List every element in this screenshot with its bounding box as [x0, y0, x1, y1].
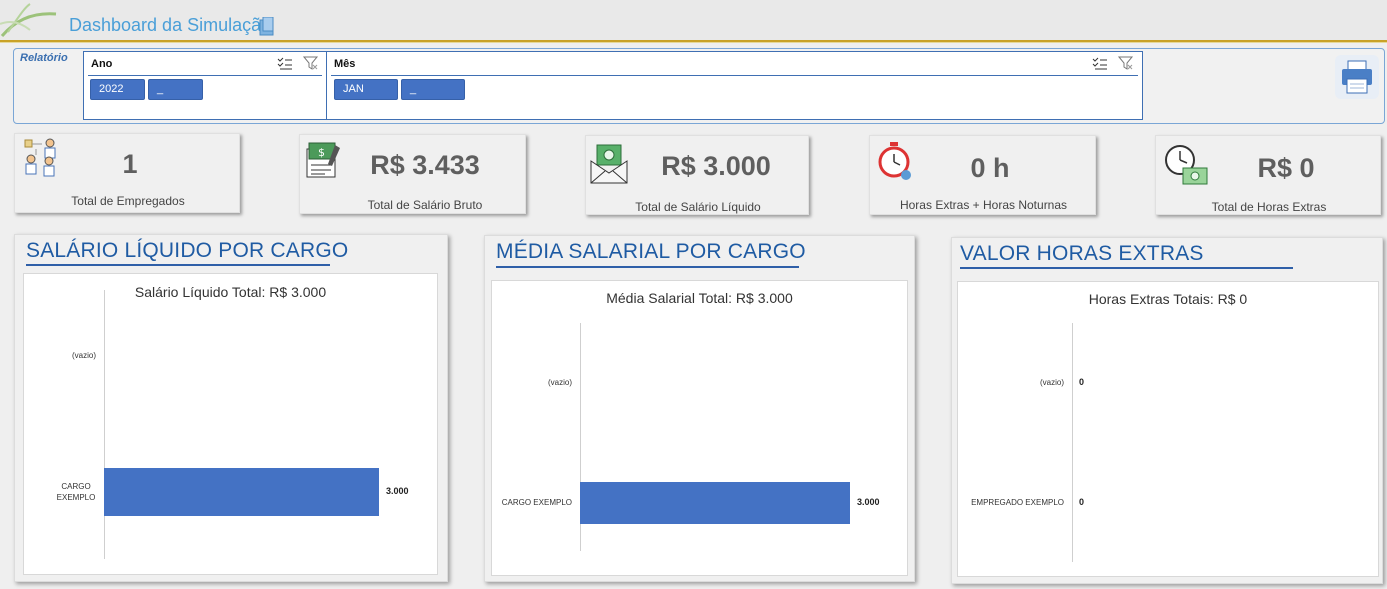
chart-title: Média Salarial Total: R$ 3.000	[606, 290, 793, 306]
printer-icon	[1342, 60, 1372, 94]
panel-horas-extras: VALOR HORAS EXTRAS Horas Extras Totais: …	[951, 237, 1383, 584]
kpi-label: Total de Salário Líquido	[635, 200, 761, 214]
y-axis-line	[104, 290, 105, 559]
multi-select-icon[interactable]	[1092, 56, 1108, 70]
category-label: EMPREGADO EXEMPLO	[971, 498, 1064, 507]
panel-title: MÉDIA SALARIAL POR CARGO	[496, 240, 806, 263]
panel-title-underline	[496, 266, 799, 268]
svg-text:$: $	[318, 146, 325, 159]
slicer-item-blank[interactable]: _	[148, 79, 203, 100]
data-label: 0	[1079, 377, 1085, 387]
money-envelope-icon	[590, 144, 628, 184]
kpi-label: Total de Empregados	[71, 194, 185, 208]
kpi-value: 1	[122, 149, 138, 179]
chart-title: Salário Líquido Total: R$ 3.000	[134, 284, 327, 300]
paycheck-icon: $	[306, 142, 340, 178]
slicer-item-blank[interactable]: _	[401, 79, 465, 100]
clear-filter-icon[interactable]	[303, 56, 319, 71]
leaf-logo-icon	[0, 3, 57, 37]
panel-title: SALÁRIO LÍQUIDO POR CARGO	[26, 239, 349, 262]
category-label: (vazio)	[71, 351, 96, 360]
category-label: CARGO EXEMPLO	[56, 482, 96, 502]
data-label: 0	[1079, 497, 1085, 507]
panel-title-underline	[960, 267, 1293, 269]
y-axis-line	[1072, 323, 1073, 562]
kpi-label: Horas Extras + Horas Noturnas	[899, 198, 1068, 212]
slicer-separator	[331, 75, 1138, 76]
print-button[interactable]	[1335, 55, 1379, 99]
slicer-mes: Mês JAN _	[326, 51, 1143, 120]
chart-title: Horas Extras Totais: R$ 0	[1088, 291, 1248, 307]
header-divider-light	[0, 42, 1387, 43]
kpi-label: Total de Horas Extras	[1211, 200, 1327, 214]
data-label: 3.000	[857, 497, 880, 507]
kpi-card-salario-liquido: R$ 3.000 Total de Salário Líquido	[585, 135, 809, 215]
kpi-value: R$ 0	[1257, 153, 1315, 183]
stopwatch-icon	[878, 142, 911, 180]
chart-area: Horas Extras Totais: R$ 0 (vazio) 0 EMPREGA…	[957, 281, 1379, 577]
kpi-value: 0 h	[970, 153, 1010, 183]
clock-money-icon	[1165, 145, 1208, 185]
category-label: CARGO EXEMPLO	[501, 498, 572, 507]
bar[interactable]	[580, 482, 850, 524]
kpi-value: R$ 3.433	[370, 150, 480, 180]
document-icon	[259, 17, 274, 36]
page-title: Dashboard da Simulação	[69, 15, 272, 35]
slicer-ano: Ano 2022 _	[83, 51, 327, 120]
chart-area: Salário Líquido Total: R$ 3.000 (vazio) CA…	[23, 273, 438, 575]
category-label: (vazio)	[1039, 378, 1064, 387]
kpi-card-total-horas-extras: R$ 0 Total de Horas Extras	[1155, 135, 1381, 215]
data-label: 3.000	[386, 486, 409, 496]
kpi-card-empregados: 1 Total de Empregados	[14, 133, 240, 213]
slicer-item-2022[interactable]: 2022	[90, 79, 145, 100]
slicer-separator	[88, 75, 322, 76]
slicer-item-jan[interactable]: JAN	[334, 79, 398, 100]
panel-title: VALOR HORAS EXTRAS	[960, 242, 1204, 265]
multi-select-icon[interactable]	[277, 56, 293, 70]
kpi-card-salario-bruto: $ R$ 3.433 Total de Salário Bruto	[299, 134, 526, 214]
kpi-label: Total de Salário Bruto	[367, 198, 483, 212]
panel-media-salarial: MÉDIA SALARIAL POR CARGO Média Salarial …	[484, 235, 915, 582]
bar[interactable]	[104, 468, 379, 516]
team-icon	[24, 138, 56, 177]
panel-salario-liquido: SALÁRIO LÍQUIDO POR CARGO Salário Líquid…	[14, 234, 448, 582]
chart-area: Média Salarial Total: R$ 3.000 (vazio) CAR…	[491, 280, 908, 576]
kpi-card-horas-extras-noturnas: 0 h Horas Extras + Horas Noturnas	[869, 135, 1096, 215]
clear-filter-icon[interactable]	[1118, 56, 1134, 71]
slicer-mes-title: Mês	[334, 58, 356, 70]
slicer-ano-title: Ano	[91, 58, 113, 70]
category-label: (vazio)	[547, 378, 572, 387]
filter-label: Relatório	[20, 52, 68, 64]
kpi-value: R$ 3.000	[661, 151, 771, 181]
panel-title-underline	[26, 264, 330, 266]
